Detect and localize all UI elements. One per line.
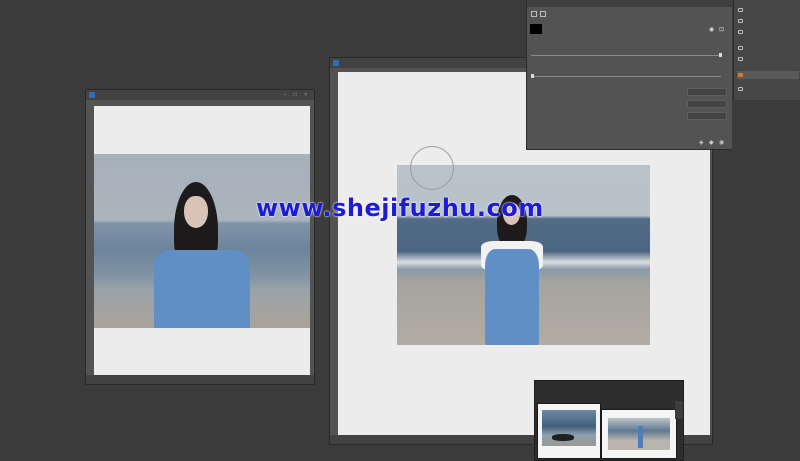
layers-icon [738, 87, 743, 91]
thumbnail-girl[interactable] [601, 409, 677, 459]
sidebar-item-history[interactable] [737, 6, 799, 14]
window-controls-icon[interactable]: – □ × [284, 90, 311, 100]
vector-mask-icon[interactable] [540, 11, 546, 17]
density-slider-knob[interactable] [719, 53, 722, 57]
apply-mask-icon[interactable]: ◆ [709, 139, 714, 146]
invert-button[interactable] [687, 112, 727, 120]
thumbnail-girl-image [608, 418, 670, 450]
history-icon [738, 8, 743, 12]
girl-dress [154, 250, 250, 328]
sidebar-item-properties[interactable] [737, 71, 799, 79]
paragraph-icon [738, 57, 743, 61]
girl-figure [638, 426, 643, 448]
color-icon [738, 19, 743, 23]
left-document-tab[interactable]: – □ × [86, 90, 314, 100]
sidebar-item-paragraph[interactable] [737, 55, 799, 63]
sidebar-item-color[interactable] [737, 17, 799, 25]
histogram-strip [675, 401, 683, 419]
properties-panel[interactable]: ◉ ⊡ ◈ ◆ ◉ [526, 0, 733, 150]
boat-shape [552, 434, 574, 441]
thumbnail-boat-image [542, 410, 596, 446]
left-canvas[interactable] [94, 106, 310, 376]
link-icon[interactable]: ⊡ [719, 26, 724, 33]
visibility-icon[interactable]: ◉ [719, 139, 724, 146]
color-range-button[interactable] [687, 100, 727, 108]
left-document-window[interactable]: – □ × [85, 89, 315, 385]
feather-slider[interactable] [531, 76, 721, 77]
right-sidebar[interactable] [733, 0, 800, 100]
photoshop-doc-icon [333, 60, 339, 66]
right-photo-girl-beach [397, 165, 650, 345]
properties-icon [738, 73, 743, 77]
photoshop-doc-icon [89, 92, 95, 98]
density-slider[interactable] [531, 55, 721, 56]
select-and-mask-button[interactable] [687, 88, 727, 96]
brush-cursor-circle [410, 146, 454, 190]
sidebar-item-layers[interactable] [737, 85, 799, 93]
left-status-bar [86, 375, 314, 384]
navigator-panel[interactable] [534, 380, 684, 461]
panel-header [527, 0, 733, 7]
mask-thumbnail[interactable] [530, 24, 542, 34]
thumbnail-boat[interactable] [537, 403, 601, 459]
feather-slider-knob[interactable] [531, 74, 534, 78]
sidebar-item-character[interactable] [737, 44, 799, 52]
character-icon [738, 46, 743, 50]
girl-dress [485, 249, 539, 345]
swatches-icon [738, 30, 743, 34]
sidebar-item-swatches[interactable] [737, 28, 799, 36]
watermark-text: www.shejifuzhu.com [256, 194, 544, 222]
selection-from-mask-icon[interactable]: ◈ [699, 139, 704, 146]
eye-icon[interactable]: ◉ [709, 26, 714, 33]
layer-mask-icon[interactable] [531, 11, 537, 17]
girl-face [184, 196, 208, 228]
left-photo-girl-seaside [94, 154, 310, 328]
